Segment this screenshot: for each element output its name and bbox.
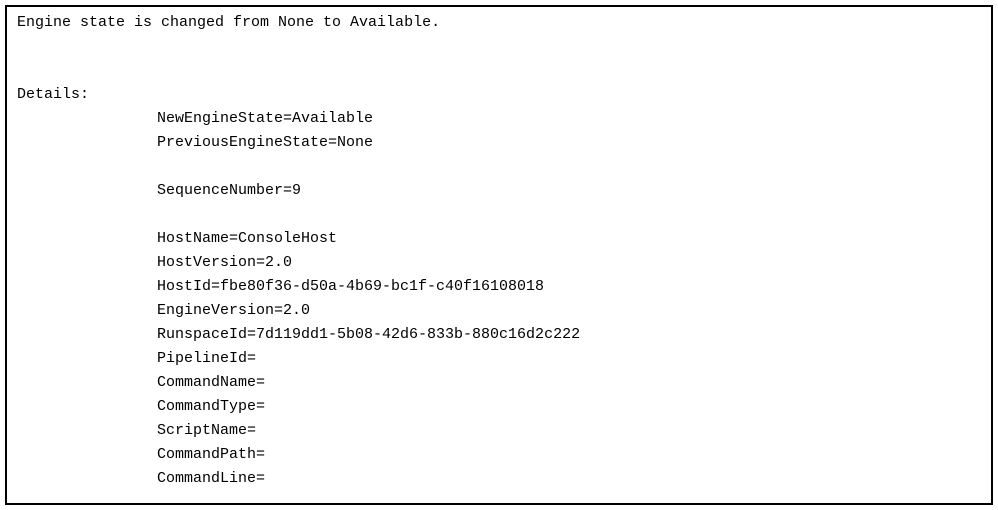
- blank-spacer: [17, 35, 981, 59]
- detail-script-name: ScriptName=: [157, 419, 981, 443]
- summary-line: Engine state is changed from None to Ava…: [17, 11, 981, 35]
- blank-line: [157, 155, 981, 179]
- log-output-panel: Engine state is changed from None to Ava…: [5, 5, 993, 505]
- detail-new-engine-state: NewEngineState=Available: [157, 107, 981, 131]
- detail-sequence-number: SequenceNumber=9: [157, 179, 981, 203]
- blank-spacer: [17, 59, 981, 83]
- detail-pipeline-id: PipelineId=: [157, 347, 981, 371]
- details-header: Details:: [17, 83, 981, 107]
- detail-host-name: HostName=ConsoleHost: [157, 227, 981, 251]
- details-block: NewEngineState=Available PreviousEngineS…: [17, 107, 981, 491]
- detail-command-path: CommandPath=: [157, 443, 981, 467]
- blank-line: [157, 203, 981, 227]
- detail-previous-engine-state: PreviousEngineState=None: [157, 131, 981, 155]
- detail-host-version: HostVersion=2.0: [157, 251, 981, 275]
- detail-runspace-id: RunspaceId=7d119dd1-5b08-42d6-833b-880c1…: [157, 323, 981, 347]
- detail-engine-version: EngineVersion=2.0: [157, 299, 981, 323]
- detail-command-line: CommandLine=: [157, 467, 981, 491]
- detail-host-id: HostId=fbe80f36-d50a-4b69-bc1f-c40f16108…: [157, 275, 981, 299]
- detail-command-type: CommandType=: [157, 395, 981, 419]
- detail-command-name: CommandName=: [157, 371, 981, 395]
